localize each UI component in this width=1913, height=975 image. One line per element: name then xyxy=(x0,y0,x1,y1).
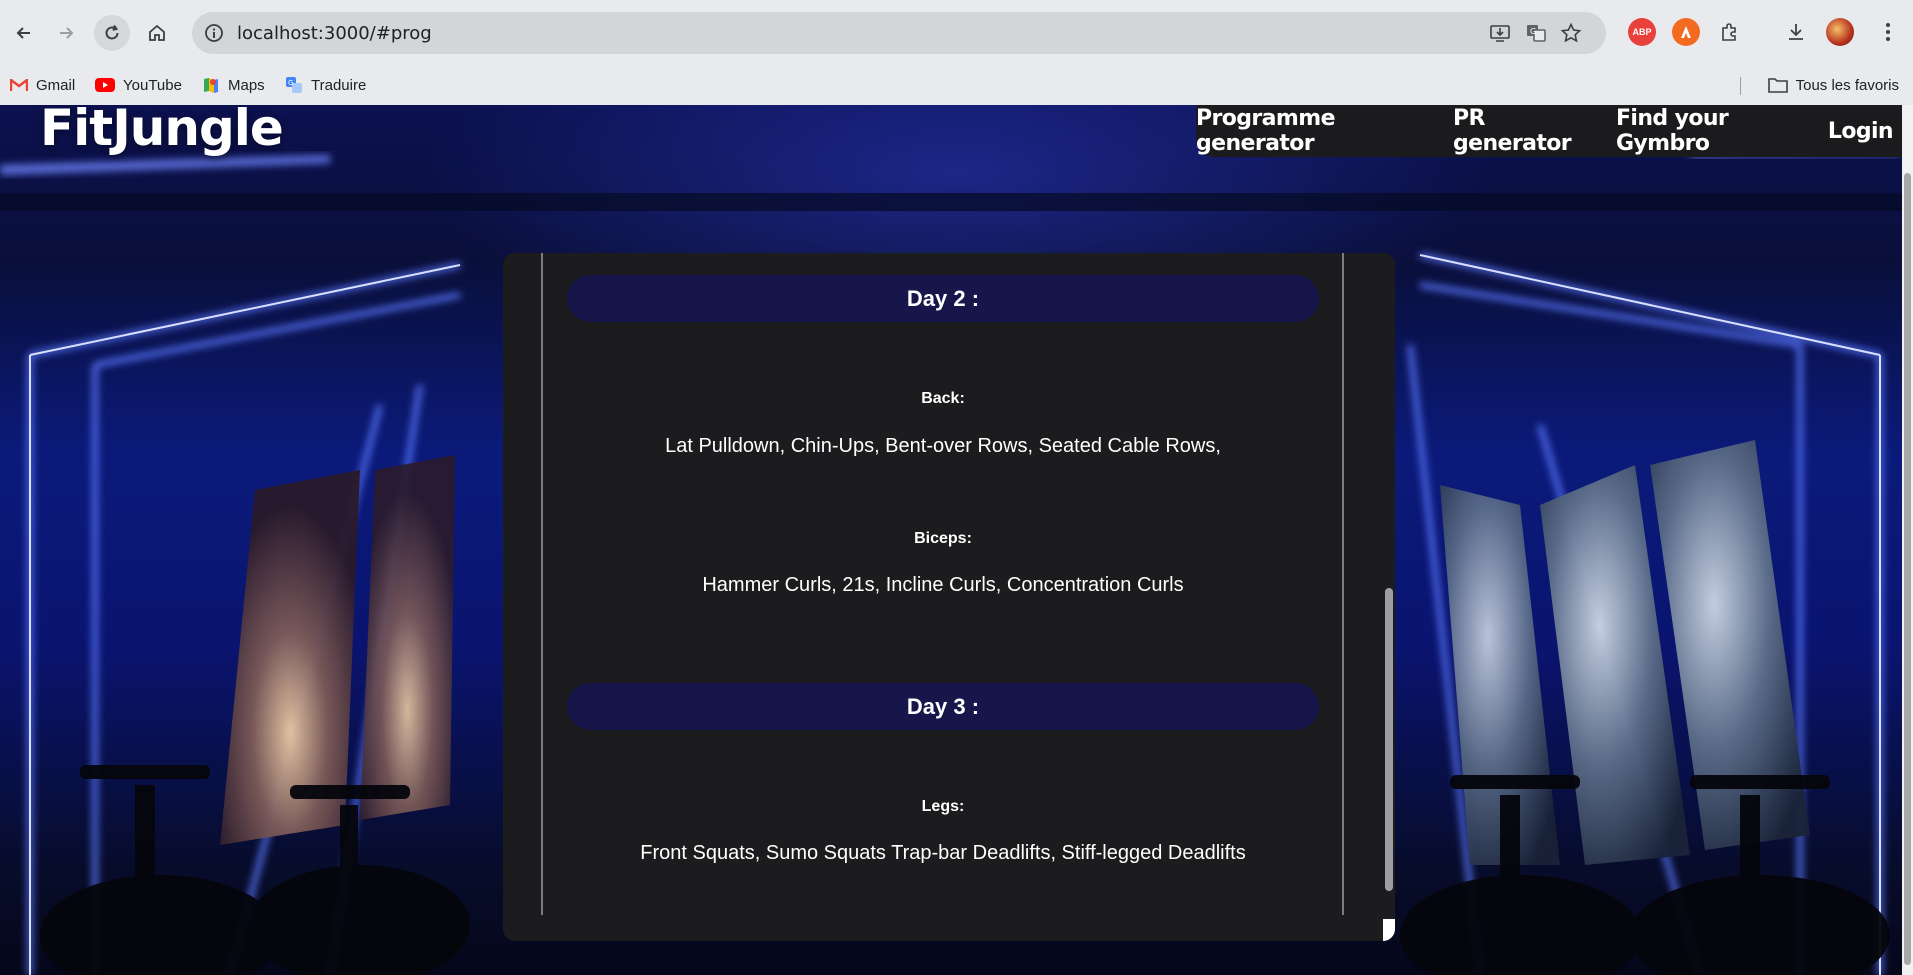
youtube-icon xyxy=(95,78,115,92)
card-scroll-thumb[interactable] xyxy=(1385,588,1393,891)
nav-login[interactable]: Login xyxy=(1828,119,1894,144)
translate-page-icon[interactable]: G xyxy=(1525,22,1547,44)
install-app-icon[interactable] xyxy=(1489,22,1511,44)
back-arrow-icon xyxy=(16,27,30,39)
all-bookmarks-label: Tous les favoris xyxy=(1795,76,1899,94)
bookmarks-bar: Gmail YouTube Maps G Traduire Tous les f… xyxy=(0,66,1913,104)
site-logo[interactable]: FitJungle xyxy=(40,105,284,157)
url-text[interactable]: localhost:3000/#prog xyxy=(237,23,432,44)
avast-icon[interactable] xyxy=(1672,18,1700,46)
profile-avatar-icon[interactable] xyxy=(1826,18,1854,46)
bookmark-traduire[interactable]: G Traduire xyxy=(285,71,366,99)
page-scrollbar[interactable] xyxy=(1902,105,1913,975)
muscle-group-label: Biceps: xyxy=(914,530,972,547)
gmail-icon xyxy=(10,79,28,91)
page-scroll-thumb[interactable] xyxy=(1904,173,1911,965)
reload-icon xyxy=(105,24,119,40)
bookmarks-divider xyxy=(1740,77,1741,95)
extensions-puzzle-icon[interactable] xyxy=(1716,18,1744,46)
browser-chrome: localhost:3000/#prog G ABP Gmail YouTube… xyxy=(0,0,1913,105)
bookmark-star-icon[interactable] xyxy=(1560,22,1582,44)
svg-text:G: G xyxy=(1530,27,1536,36)
reload-button[interactable] xyxy=(94,15,130,51)
page-viewport: FitJungle Programme generator PR generat… xyxy=(0,105,1913,975)
exercise-list: Front Squats, Sumo Squats Trap-bar Deadl… xyxy=(640,842,1246,864)
exercise-list: Lat Pulldown, Chin-Ups, Bent-over Rows, … xyxy=(665,435,1221,457)
card-scrollbar[interactable] xyxy=(1383,253,1395,941)
nav-pr-generator[interactable]: PR generator xyxy=(1453,106,1591,156)
home-button[interactable] xyxy=(139,15,175,51)
exercise-list: Hammer Curls, 21s, Incline Curls, Concen… xyxy=(702,574,1184,596)
all-bookmarks-button[interactable]: Tous les favoris xyxy=(1767,71,1899,99)
bookmark-label: YouTube xyxy=(123,76,182,94)
day-header: Day 2 : xyxy=(567,275,1319,322)
muscle-group-label: Legs: xyxy=(921,798,965,815)
svg-text:G: G xyxy=(288,79,293,87)
muscle-group-label: Back: xyxy=(921,390,965,407)
adblock-extension-icon[interactable]: ABP xyxy=(1628,18,1656,46)
folder-icon xyxy=(1767,78,1788,93)
forward-arrow-icon xyxy=(60,27,74,39)
forward-button[interactable] xyxy=(48,15,84,51)
bookmark-gmail[interactable]: Gmail xyxy=(10,71,75,99)
bookmark-maps[interactable]: Maps xyxy=(202,71,265,99)
translate-icon: G xyxy=(286,77,302,93)
nav-programme-generator[interactable]: Programme generator xyxy=(1196,106,1428,156)
programme-card[interactable]: Day 2 : Back: Lat Pulldown, Chin-Ups, Be… xyxy=(503,253,1395,941)
home-icon xyxy=(149,24,165,41)
bookmark-label: Traduire xyxy=(311,76,367,94)
bookmark-youtube[interactable]: YouTube xyxy=(95,71,182,99)
bookmark-label: Maps xyxy=(228,76,265,94)
downloads-icon[interactable] xyxy=(1782,18,1810,46)
day-header: Day 3 : xyxy=(567,683,1319,730)
address-bar[interactable]: localhost:3000/#prog G xyxy=(192,12,1606,54)
back-button[interactable] xyxy=(6,15,42,51)
nav-find-gymbro[interactable]: Find your Gymbro xyxy=(1616,106,1803,156)
card-scroll-down-arrow[interactable] xyxy=(1383,919,1395,941)
avast-logo-icon xyxy=(1681,26,1691,38)
browser-menu-icon[interactable] xyxy=(1874,18,1902,46)
top-nav: Programme generator PR generator Find yo… xyxy=(1196,105,1913,157)
maps-icon xyxy=(204,78,218,93)
site-info-icon[interactable] xyxy=(204,23,224,43)
bookmark-label: Gmail xyxy=(36,76,76,94)
